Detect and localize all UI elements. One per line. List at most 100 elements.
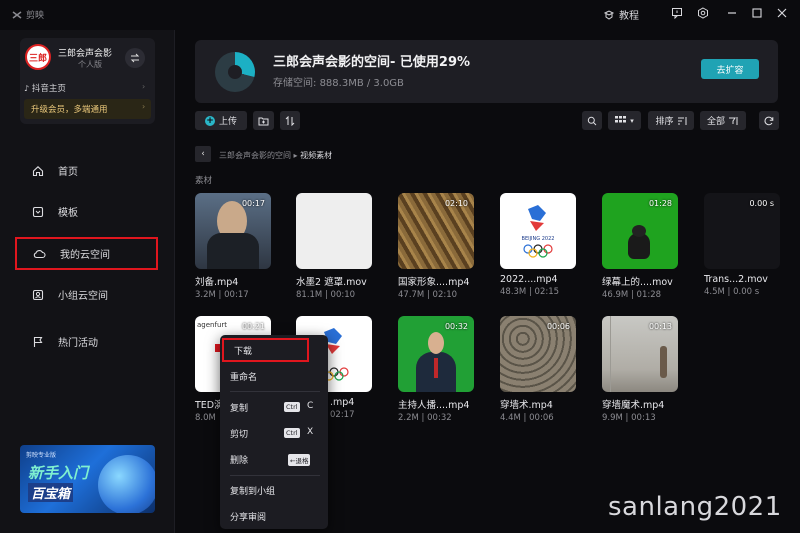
search-button[interactable] [582,111,602,130]
watermark: sanlang2021 [608,492,782,522]
storage-subtitle: 存储空间: 888.3MB / 3.0GB [273,74,404,89]
menu-item-share-review[interactable]: 分享审阅 [220,504,328,528]
duration-badge: 0.00 s [749,199,774,208]
file-tile[interactable]: 00:13 穿墙魔术.mp4 9.9M | 00:13 [602,316,678,423]
nav-label: 热门活动 [58,338,98,349]
storage-card: 三郎会声会影的空间- 已使用29% 存储空间: 888.3MB / 3.0GB … [195,40,778,103]
menu-item-cut[interactable]: 剪切 Ctrl X [220,421,328,445]
file-name: 刘备.mp4 [195,277,239,288]
minimize-button[interactable] [726,7,738,19]
file-tile[interactable]: 00:32 主持人播....mp4 2.2M | 00:32 [398,316,474,423]
menu-label: 剪切 [230,429,249,440]
douyin-icon: ♪ [24,84,30,93]
filter-button[interactable]: 全部 [700,111,746,130]
feedback-button[interactable] [671,7,683,19]
file-name: 绿幕上的....mov [602,277,673,288]
flag-icon [31,335,44,348]
grid-icon [615,116,627,123]
file-tile[interactable]: 00:17 刘备.mp4 3.2M | 00:17 [195,193,271,300]
file-thumbnail: 02:10 [398,193,474,269]
duration-badge: 00:13 [648,322,672,331]
new-folder-button[interactable] [253,111,274,130]
maximize-button[interactable] [751,7,763,19]
view-mode-button[interactable]: ▾ [608,111,641,130]
user-name: 三郎会声会影 [58,49,113,59]
menu-item-copy-to-group[interactable]: 复制到小组 [220,478,328,502]
sort-button[interactable]: 排序 [648,111,694,130]
file-thumbnail: 00:32 [398,316,474,392]
menu-item-copy[interactable]: 复制 Ctrl C [220,395,328,419]
file-tile[interactable]: BEIJING 2022 2022....mp4 48.3M | 02:15 [500,193,576,297]
tutorial-button[interactable]: 教程 [603,7,639,22]
switch-account-button[interactable] [125,48,145,68]
nav-item-my-cloud[interactable]: 我的云空间 [15,237,158,270]
app-logo: 剪映 [12,8,44,21]
user-tier: 个人版 [78,60,102,69]
nav-item-template[interactable]: 模板 [15,195,158,228]
breadcrumb-separator: ▸ [293,151,298,160]
chevron-right-icon: › [142,102,146,111]
menu-item-download[interactable]: 下载 [222,338,309,362]
nav-item-events[interactable]: 热门活动 [15,325,158,358]
promo-tag: 剪映专业版 [26,452,57,459]
swap-icon [130,53,140,63]
upgrade-button[interactable]: 升级会员，多端通用 [24,99,151,119]
upload-button[interactable]: + 上传 [195,111,247,130]
nav-item-home[interactable]: 首页 [15,154,158,187]
nav-label: 小组云空间 [58,291,108,302]
file-tile[interactable]: 水墨2 遮罩.mov 81.1M | 00:10 [296,193,372,300]
transfer-icon [285,115,295,126]
menu-divider [230,391,320,392]
storage-title: 三郎会声会影的空间- 已使用29% [273,55,471,70]
douyin-link[interactable]: ♪ 抖音主页 [24,82,66,94]
svg-text:BEIJING 2022: BEIJING 2022 [522,236,555,242]
file-thumbnail: 01:28 [602,193,678,269]
file-tile[interactable]: 02:10 国家形象....mp4 47.7M | 02:10 [398,193,474,300]
transfer-button[interactable] [280,111,300,130]
menu-divider [230,475,320,476]
promo-title: 新手入门 [28,464,89,482]
storage-label: 存储空间: [273,78,317,89]
app-logo-text: 剪映 [26,11,45,21]
menu-item-rename[interactable]: 重命名 [220,364,328,388]
filter-label: 全部 [706,117,725,127]
settings-button[interactable] [697,7,709,19]
menu-label: 复制 [230,403,249,414]
file-thumbnail: 0.00 s [704,193,780,269]
settings-icon [698,7,708,19]
refresh-button[interactable] [759,111,779,130]
file-meta: 4.4M | 00:06 [500,413,554,423]
expand-storage-button[interactable]: 去扩容 [701,59,759,79]
nav-item-group-cloud[interactable]: 小组云空间 [15,278,158,311]
sidebar: 三郎 三郎会声会影 个人版 ♪ 抖音主页 › 升级会员，多端通用 › 首页 模板… [0,30,175,533]
duration-badge: 00:06 [546,322,570,331]
template-icon [31,205,44,218]
promo-banner[interactable]: 剪映专业版 新手入门 百宝箱 [20,445,155,513]
feedback-icon [672,8,682,19]
file-name: 主持人播....mp4 [398,400,470,411]
breadcrumb-parent[interactable]: 三郎会声会影的空间 [219,151,291,160]
file-name: 国家形象....mp4 [398,277,470,288]
file-name: 穿墙魔术.mp4 [602,400,665,411]
sort-icon [677,116,686,125]
file-meta: 47.7M | 02:10 [398,290,458,300]
chevron-left-icon: ‹ [201,149,205,159]
file-tile[interactable]: 00:06 穿墙术.mp4 4.4M | 00:06 [500,316,576,423]
shortcut-key: X [307,427,314,437]
menu-item-delete[interactable]: 删除 ←退格 [220,447,328,471]
search-icon [587,116,597,125]
minimize-icon [728,12,736,14]
upload-label: 上传 [218,117,237,127]
file-thumbnail: 00:17 [195,193,271,269]
file-meta: 81.1M | 00:10 [296,290,356,300]
cloud-icon [33,247,46,260]
group-icon [31,288,44,301]
back-button[interactable]: ‹ [195,146,211,162]
close-button[interactable] [776,7,788,19]
avatar[interactable]: 三郎 [25,44,51,70]
file-tile[interactable]: 01:28 绿幕上的....mov 46.9M | 01:28 [602,193,678,300]
section-label: 素材 [195,176,213,186]
new-folder-icon [258,117,269,125]
nav-label: 模板 [58,208,78,219]
file-tile[interactable]: 0.00 s Trans...2.mov 4.5M | 0.00 s [704,193,780,297]
